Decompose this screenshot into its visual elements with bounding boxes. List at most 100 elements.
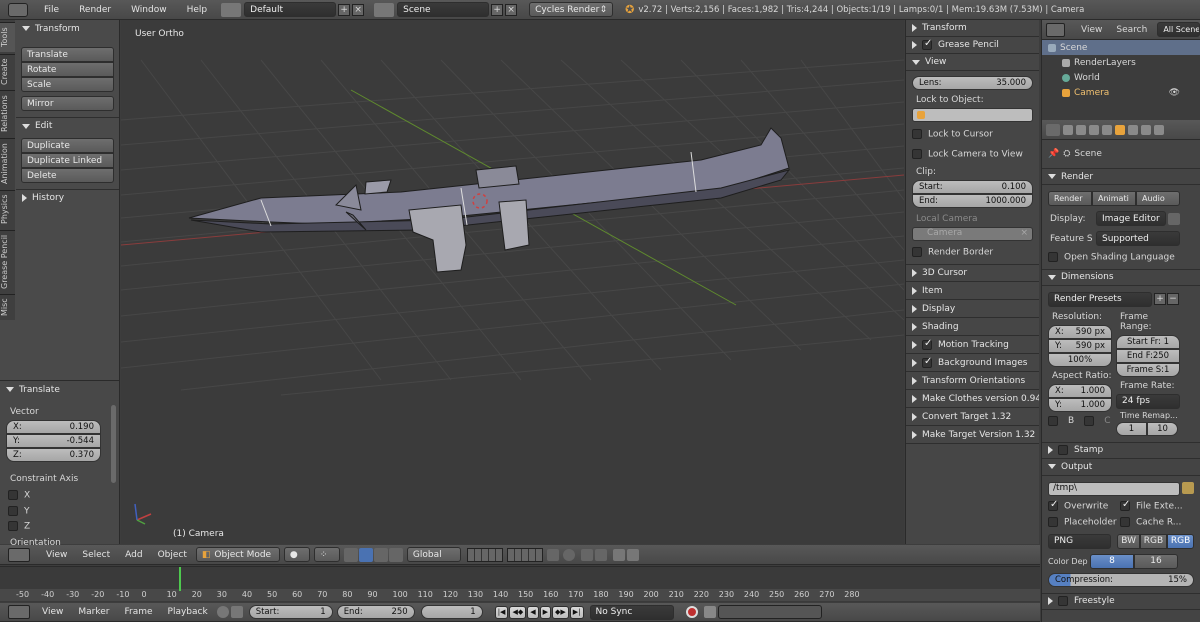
layer-buttons[interactable]: [466, 547, 503, 562]
menu-help[interactable]: Help: [177, 5, 218, 15]
tab-animation[interactable]: Animation: [0, 138, 15, 188]
scene-tab-icon[interactable]: [1089, 124, 1099, 135]
play-icon[interactable]: ▶: [539, 605, 551, 619]
cache-checkbox[interactable]: [1120, 517, 1130, 527]
timeline-frame-menu[interactable]: Frame: [114, 607, 162, 617]
resolution-y-field[interactable]: Y: 590 px: [1048, 338, 1112, 353]
layer-buttons-2[interactable]: [506, 547, 543, 562]
data-tab-icon[interactable]: [1141, 124, 1151, 135]
tab-grease-pencil[interactable]: Grease Pencil: [0, 230, 15, 292]
frame-step-field[interactable]: Frame S:1: [1116, 362, 1180, 377]
timeline-marker-menu[interactable]: Marker: [73, 607, 114, 617]
npanel-3d-cursor[interactable]: 3D Cursor: [906, 265, 1039, 282]
npanel-transform-orientations[interactable]: Transform Orientations: [906, 373, 1039, 390]
cache-row[interactable]: Cache R...: [1120, 517, 1181, 528]
keying-set-field[interactable]: [717, 605, 822, 619]
keying-set-icon[interactable]: [703, 606, 716, 618]
remap-old-field[interactable]: 1: [1116, 421, 1147, 436]
output-path-field[interactable]: /tmp\: [1048, 481, 1180, 496]
outliner-editor-icon[interactable]: [1046, 22, 1066, 37]
layer-lock-icon[interactable]: [546, 548, 559, 561]
fps-select[interactable]: 24 fps: [1116, 393, 1180, 409]
scale-button[interactable]: Scale: [21, 77, 114, 92]
border-checkbox[interactable]: [1048, 415, 1058, 426]
file-ext-row[interactable]: File Exte...: [1120, 499, 1183, 511]
depth-8-button[interactable]: 8: [1090, 553, 1134, 569]
overwrite-row[interactable]: Overwrite: [1048, 499, 1120, 511]
menu-window[interactable]: Window: [121, 5, 177, 15]
rotate-button[interactable]: Rotate: [21, 62, 114, 77]
render-audio-button[interactable]: Audio: [1136, 191, 1180, 206]
outliner-item-renderlayers[interactable]: RenderLayers: [1042, 55, 1200, 70]
lens-field[interactable]: Lens: 35.000: [912, 76, 1033, 90]
file-ext-checkbox[interactable]: [1120, 499, 1130, 511]
clip-start-field[interactable]: Start: 0.100: [912, 180, 1033, 194]
npanel-convert-target[interactable]: Convert Target 1.32: [906, 409, 1039, 426]
edit-panel-header[interactable]: Edit: [16, 117, 119, 134]
lock-interface-icon[interactable]: [1168, 212, 1180, 225]
outliner-item-camera[interactable]: Camera 👁: [1042, 85, 1200, 100]
scene-select[interactable]: Scene: [397, 2, 490, 17]
tab-tools[interactable]: Tools: [0, 22, 15, 52]
render-border-row[interactable]: Render Border: [912, 247, 1039, 258]
npanel-view[interactable]: View: [906, 54, 1039, 71]
motion-tracking-checkbox[interactable]: [922, 338, 932, 350]
scene-icon[interactable]: [374, 2, 395, 17]
render-tab-icon[interactable]: [1063, 124, 1073, 135]
npanel-display[interactable]: Display: [906, 301, 1039, 318]
mode-select[interactable]: ◧ Object Mode: [195, 547, 280, 562]
menu-render[interactable]: Render: [69, 5, 121, 15]
opengl-render-icon[interactable]: [612, 548, 625, 561]
npanel-make-target[interactable]: Make Target Version 1.32: [906, 427, 1039, 444]
jump-keyframe-forward-icon[interactable]: ◆▶: [552, 605, 569, 619]
freestyle-panel-header[interactable]: Freestyle: [1042, 592, 1200, 610]
vector-y-field[interactable]: Y: -0.544: [6, 434, 101, 448]
frame-end-field[interactable]: End F:250: [1116, 348, 1180, 363]
world-tab-icon[interactable]: [1102, 124, 1112, 135]
color-rgb-button[interactable]: RGB: [1139, 533, 1167, 549]
screen-layout-icon[interactable]: [221, 2, 242, 17]
npanel-transform[interactable]: Transform: [906, 20, 1039, 37]
render-panel-header[interactable]: Render: [1042, 168, 1200, 185]
current-frame-field[interactable]: 1: [420, 605, 483, 619]
constraint-x-checkbox[interactable]: [8, 490, 18, 500]
placeholder-row[interactable]: Placeholder: [1048, 517, 1120, 528]
npanel-make-clothes[interactable]: Make Clothes version 0.949: [906, 391, 1039, 408]
osl-checkbox[interactable]: [1048, 252, 1058, 262]
add-scene-icon[interactable]: +: [491, 3, 504, 16]
resolution-x-field[interactable]: X: 590 px: [1048, 324, 1112, 339]
snap-element-icon[interactable]: [594, 548, 607, 561]
timeline[interactable]: -50 -40 -30 -20 -10 0 10 20 30 40 50 60 70 80 90 100 110…: [0, 566, 1040, 602]
view3d-select-menu[interactable]: Select: [77, 550, 115, 560]
outliner-filter-select[interactable]: All Scenes: [1157, 22, 1200, 37]
add-layout-icon[interactable]: +: [338, 3, 351, 16]
scale-manipulator-icon[interactable]: [388, 547, 403, 562]
operator-header[interactable]: Translate: [0, 381, 119, 398]
stamp-checkbox[interactable]: [1058, 445, 1068, 455]
resolution-pct-field[interactable]: 100%: [1048, 352, 1112, 367]
preview-range-icon[interactable]: [216, 606, 229, 618]
lock-object-field[interactable]: [912, 108, 1033, 122]
opengl-anim-icon[interactable]: [626, 548, 639, 561]
background-images-checkbox[interactable]: [922, 356, 932, 368]
output-panel-header[interactable]: Output: [1042, 459, 1200, 476]
delete-button[interactable]: Delete: [21, 168, 114, 183]
view3d-add-menu[interactable]: Add: [115, 550, 152, 560]
depth-16-button[interactable]: 16: [1134, 553, 1178, 569]
tab-relations[interactable]: Relations: [0, 90, 15, 136]
clip-end-field[interactable]: End: 1000.000: [912, 194, 1033, 208]
feature-set-select[interactable]: Supported: [1096, 231, 1180, 246]
outliner-item-scene[interactable]: Scene: [1042, 40, 1200, 55]
view3d-object-menu[interactable]: Object: [153, 550, 192, 560]
timeline-editor-icon[interactable]: [8, 605, 30, 619]
freestyle-checkbox[interactable]: [1058, 596, 1068, 606]
npanel-item[interactable]: Item: [906, 283, 1039, 300]
crop-checkbox[interactable]: [1084, 415, 1095, 426]
npanel-background-images[interactable]: Background Images: [906, 355, 1039, 372]
render-still-button[interactable]: Render: [1048, 191, 1092, 206]
translate-button[interactable]: Translate: [21, 47, 114, 62]
outliner-view-menu[interactable]: View: [1081, 25, 1102, 35]
stamp-panel-header[interactable]: Stamp: [1042, 441, 1200, 459]
sync-select[interactable]: No Sync: [589, 604, 674, 620]
constraints-tab-icon[interactable]: [1128, 124, 1138, 135]
